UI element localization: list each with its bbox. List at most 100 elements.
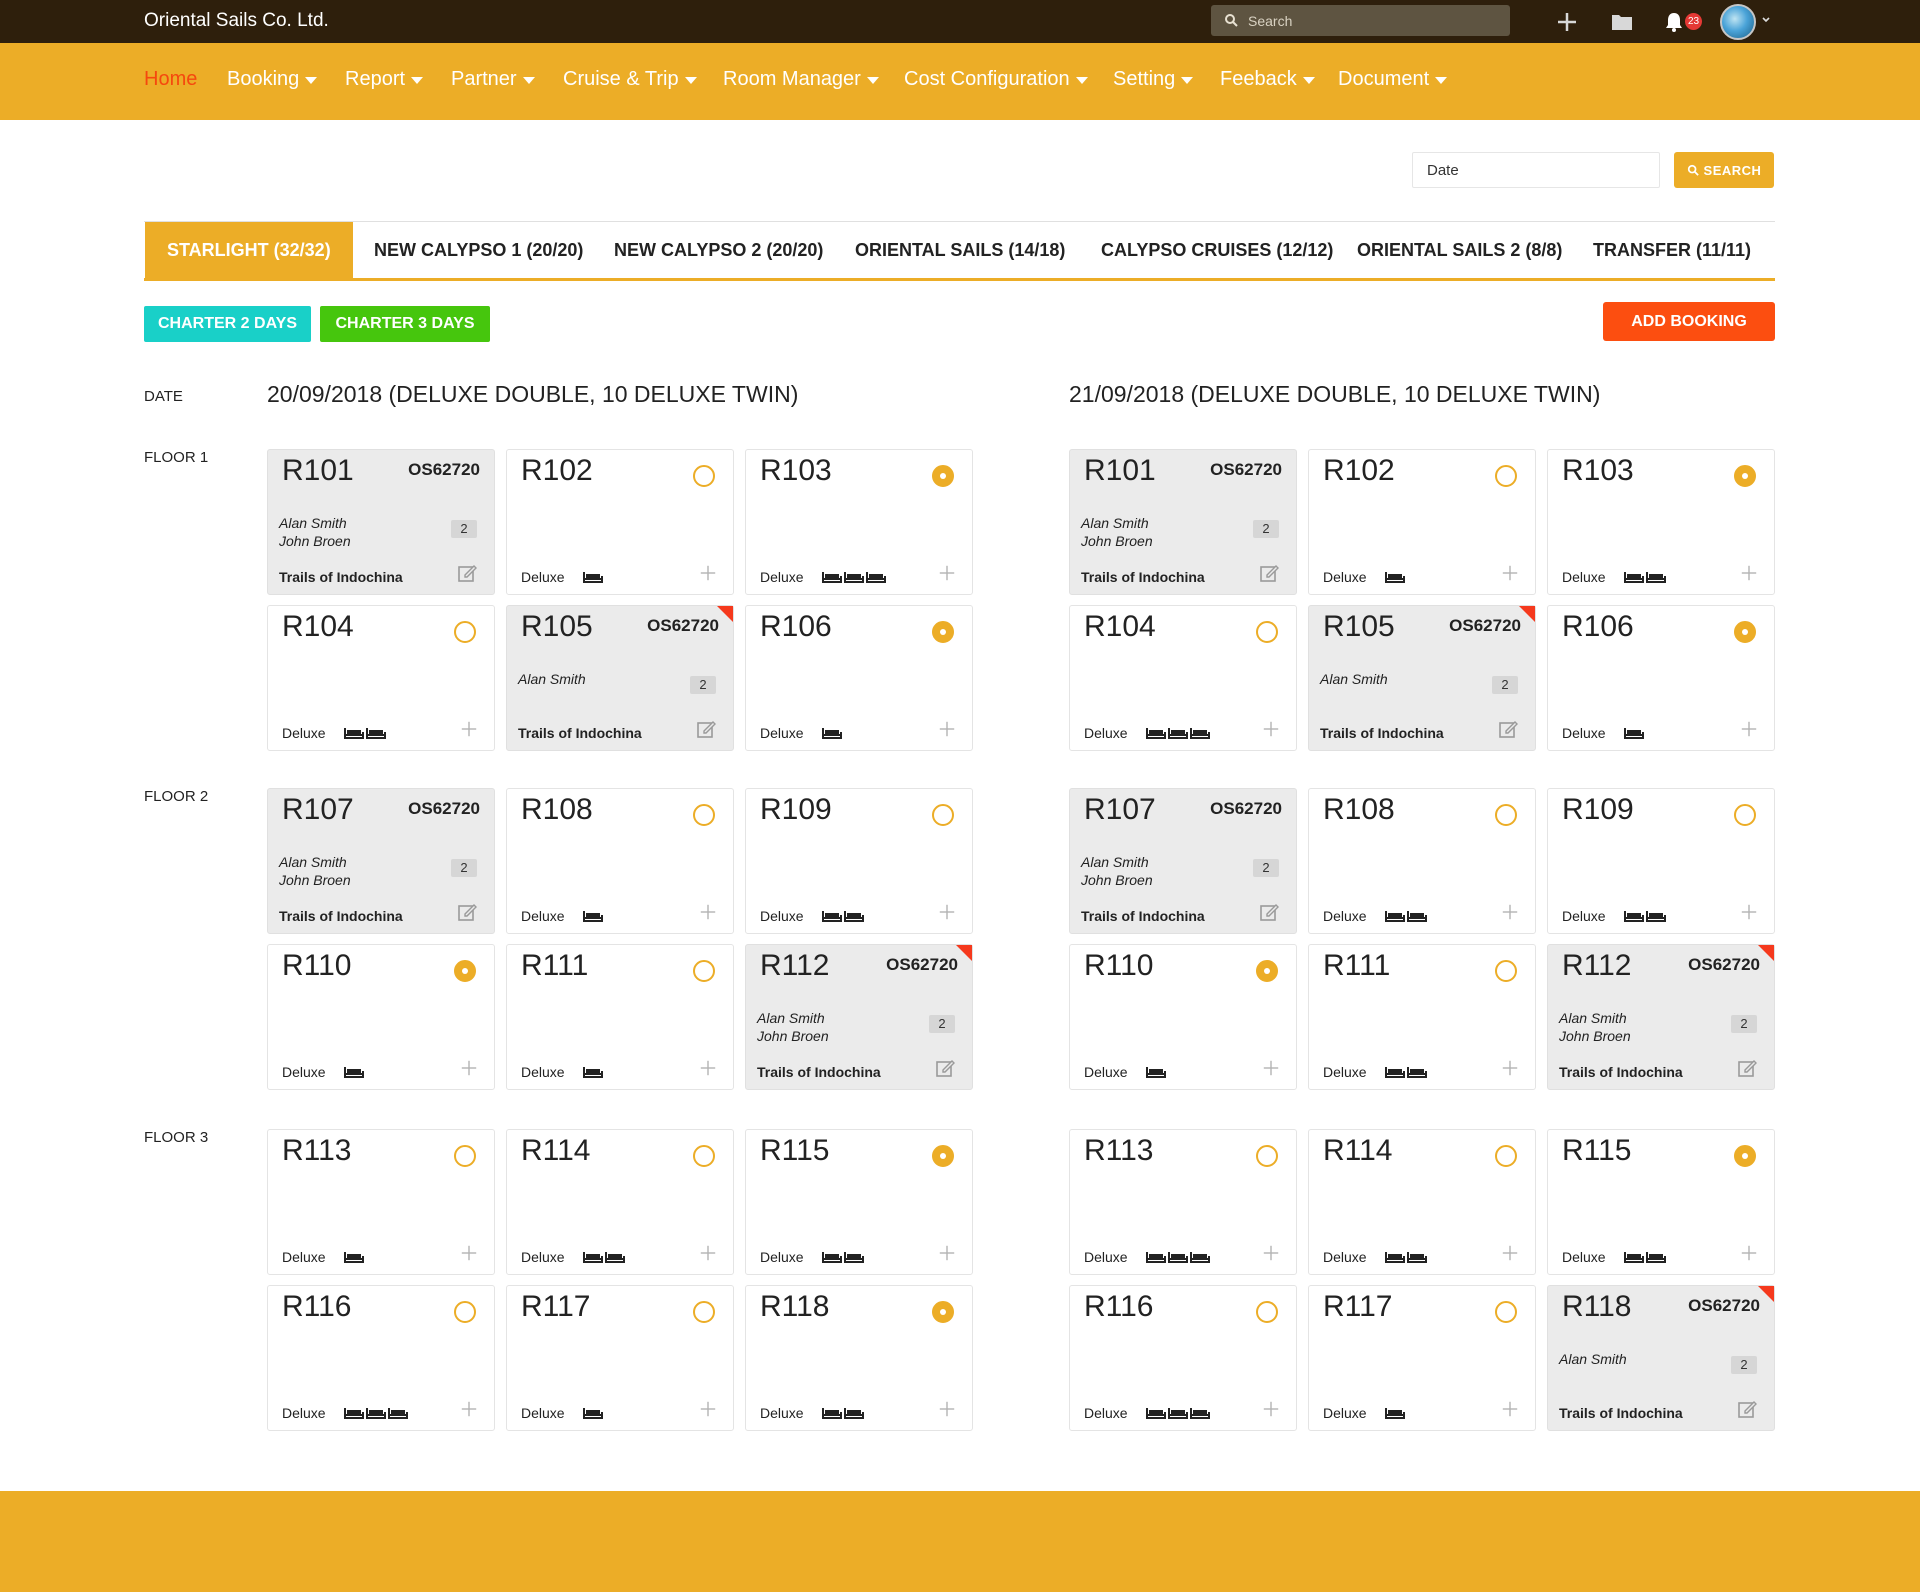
add-icon[interactable] [460,720,478,738]
room-card-r118[interactable]: R118 OS62720 Alan Smith 2 Trails of Indochin… [1547,1285,1775,1431]
tab-oriental-sails[interactable]: ORIENTAL SAILS (14/18) [855,222,1065,279]
booking-code[interactable]: OS62720 [1688,955,1760,975]
add-icon[interactable] [460,1244,478,1262]
edit-icon[interactable] [1259,902,1279,922]
add-icon[interactable] [938,903,956,921]
nav-partner[interactable]: Partner [451,68,535,91]
room-select-radio[interactable] [693,1301,715,1323]
search-button[interactable]: SEARCH [1674,152,1774,188]
add-icon[interactable] [1501,1244,1519,1262]
booking-code[interactable]: OS62720 [886,955,958,975]
room-card-r105[interactable]: R105 OS62720 Alan Smith 2 Trails of Indochin… [1308,605,1536,751]
room-select-radio[interactable] [1734,621,1756,643]
room-card-r109[interactable]: R109 Deluxe [745,788,973,934]
booking-code[interactable]: OS62720 [1688,1296,1760,1316]
add-icon[interactable] [1501,1400,1519,1418]
room-card-r106[interactable]: R106 Deluxe [745,605,973,751]
add-icon[interactable] [938,720,956,738]
room-card-r116[interactable]: R116 Deluxe [1069,1285,1297,1431]
add-icon[interactable] [1262,720,1280,738]
room-card-r108[interactable]: R108 Deluxe [506,788,734,934]
search-input[interactable] [1248,5,1498,36]
add-icon[interactable] [938,1244,956,1262]
room-select-radio[interactable] [932,621,954,643]
room-card-r108[interactable]: R108 Deluxe [1308,788,1536,934]
folder-icon[interactable] [1610,10,1634,34]
room-select-radio[interactable] [932,465,954,487]
room-select-radio[interactable] [1495,960,1517,982]
nav-feedback[interactable]: Feeback [1220,68,1315,91]
charter-3-days-button[interactable]: CHARTER 3 DAYS [320,306,490,342]
room-select-radio[interactable] [693,1145,715,1167]
add-icon[interactable] [699,564,717,582]
nav-room-manager[interactable]: Room Manager [723,68,879,91]
room-card-r116[interactable]: R116 Deluxe [267,1285,495,1431]
room-card-r110[interactable]: R110 Deluxe [267,944,495,1090]
room-select-radio[interactable] [1256,1301,1278,1323]
room-select-radio[interactable] [932,1145,954,1167]
add-icon[interactable] [699,1059,717,1077]
room-card-r115[interactable]: R115 Deluxe [745,1129,973,1275]
room-card-r111[interactable]: R111 Deluxe [1308,944,1536,1090]
room-card-r118[interactable]: R118 Deluxe [745,1285,973,1431]
nav-home[interactable]: Home [144,68,197,91]
room-select-radio[interactable] [693,960,715,982]
nav-cost-configuration[interactable]: Cost Configuration [904,68,1088,91]
add-icon[interactable] [1740,720,1758,738]
room-card-r102[interactable]: R102 Deluxe [1308,449,1536,595]
bell-icon[interactable] [1662,10,1686,34]
room-card-r115[interactable]: R115 Deluxe [1547,1129,1775,1275]
tab-new-calypso-2[interactable]: NEW CALYPSO 2 (20/20) [614,222,823,279]
nav-cruise-trip[interactable]: Cruise & Trip [563,68,697,91]
add-icon[interactable] [1501,903,1519,921]
chevron-down-icon[interactable] [1761,15,1771,25]
add-icon[interactable] [699,1400,717,1418]
edit-icon[interactable] [1498,719,1518,739]
room-card-r114[interactable]: R114 Deluxe [506,1129,734,1275]
room-card-r112[interactable]: R112 OS62720 Alan Smith John Broen 2 Trails o… [1547,944,1775,1090]
room-select-radio[interactable] [1256,960,1278,982]
add-booking-button[interactable]: ADD BOOKING [1603,302,1775,341]
app-title[interactable]: Oriental Sails Co. Ltd. [144,10,329,32]
tab-transfer[interactable]: TRANSFER (11/11) [1593,222,1751,279]
edit-icon[interactable] [696,719,716,739]
add-icon[interactable] [1501,564,1519,582]
room-card-r106[interactable]: R106 Deluxe [1547,605,1775,751]
add-icon[interactable] [1262,1400,1280,1418]
booking-code[interactable]: OS62720 [1210,460,1282,480]
room-select-radio[interactable] [693,465,715,487]
tab-oriental-sails-2[interactable]: ORIENTAL SAILS 2 (8/8) [1357,222,1562,279]
add-icon[interactable] [460,1059,478,1077]
avatar[interactable] [1720,4,1756,40]
room-card-r105[interactable]: R105 OS62720 Alan Smith 2 Trails of Indochin… [506,605,734,751]
room-select-radio[interactable] [454,1301,476,1323]
date-field[interactable] [1412,152,1660,188]
booking-code[interactable]: OS62720 [1210,799,1282,819]
room-card-r103[interactable]: R103 Deluxe [1547,449,1775,595]
room-select-radio[interactable] [1495,804,1517,826]
room-card-r101[interactable]: R101 OS62720 Alan Smith John Broen 2 Trails o… [1069,449,1297,595]
booking-code[interactable]: OS62720 [408,799,480,819]
add-icon[interactable] [1262,1244,1280,1262]
room-select-radio[interactable] [454,960,476,982]
room-card-r117[interactable]: R117 Deluxe [506,1285,734,1431]
room-select-radio[interactable] [1495,1145,1517,1167]
edit-icon[interactable] [935,1058,955,1078]
room-select-radio[interactable] [1495,465,1517,487]
edit-icon[interactable] [1259,563,1279,583]
room-card-r117[interactable]: R117 Deluxe [1308,1285,1536,1431]
room-card-r104[interactable]: R104 Deluxe [1069,605,1297,751]
nav-document[interactable]: Document [1338,68,1448,91]
add-icon[interactable] [1740,903,1758,921]
room-card-r104[interactable]: R104 Deluxe [267,605,495,751]
room-card-r107[interactable]: R107 OS62720 Alan Smith John Broen 2 Trails o… [1069,788,1297,934]
add-icon[interactable] [938,564,956,582]
booking-code[interactable]: OS62720 [647,616,719,636]
room-select-radio[interactable] [1734,804,1756,826]
room-card-r107[interactable]: R107 OS62720 Alan Smith John Broen 2 Trails o… [267,788,495,934]
room-card-r110[interactable]: R110 Deluxe [1069,944,1297,1090]
add-icon[interactable] [699,903,717,921]
add-icon[interactable] [460,1400,478,1418]
room-select-radio[interactable] [932,804,954,826]
tab-new-calypso-1[interactable]: NEW CALYPSO 1 (20/20) [374,222,583,279]
